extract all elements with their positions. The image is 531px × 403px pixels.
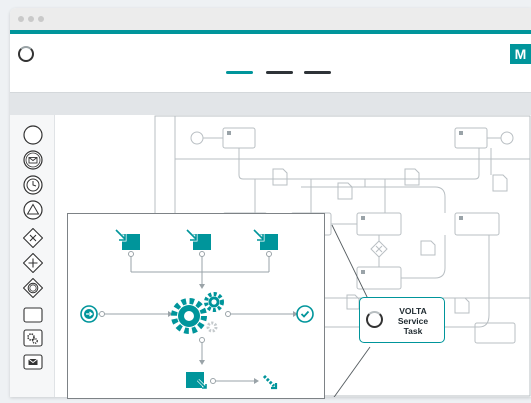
volta-service-task-callout[interactable]: VOLTA Service Task (359, 297, 445, 343)
gear-icon[interactable] (171, 292, 224, 334)
start-arrow-icon[interactable] (80, 305, 98, 323)
tab-2[interactable] (266, 71, 293, 74)
event-gateway-icon[interactable] (22, 277, 44, 299)
app-header: M (10, 34, 531, 92)
tab-1[interactable] (226, 71, 253, 74)
callout-line-1: VOLTA (399, 306, 427, 316)
menu-button[interactable]: M (510, 44, 531, 64)
window-dot-maximize[interactable] (38, 16, 44, 22)
message-event-icon[interactable] (23, 150, 43, 170)
exclusive-gateway-icon[interactable] (22, 227, 44, 249)
signal-event-icon[interactable] (23, 200, 43, 220)
task-bottom-1 (474, 322, 516, 344)
task-icon[interactable] (23, 305, 43, 325)
element-palette (10, 115, 55, 397)
zoom-detail-panel (67, 213, 325, 399)
callout-line-3: Task (403, 326, 423, 336)
zoomed-flow (80, 228, 314, 390)
end-check-icon[interactable] (296, 305, 314, 323)
window-dot-close[interactable] (18, 16, 24, 22)
tab-3[interactable] (304, 71, 331, 74)
receive-task-icon[interactable] (252, 228, 278, 250)
window-dot-minimize[interactable] (28, 16, 34, 22)
send-task-icon[interactable] (186, 372, 208, 390)
timer-event-icon[interactable] (23, 175, 43, 195)
start-event-icon[interactable] (23, 125, 43, 145)
volta-ring-icon (366, 311, 383, 328)
send-arrow-icon[interactable] (262, 374, 278, 390)
callout-line-2: Service (397, 316, 429, 326)
toolbar (10, 92, 531, 116)
volta-ring-icon[interactable] (18, 46, 34, 62)
end-event (500, 131, 514, 145)
service-task-icon[interactable] (23, 328, 43, 348)
receive-task-icon[interactable] (114, 228, 140, 250)
window-titlebar (10, 8, 531, 31)
message-task-icon[interactable] (23, 352, 43, 372)
receive-task-icon[interactable] (185, 228, 211, 250)
start-event (190, 131, 204, 145)
parallel-gateway-icon[interactable] (22, 252, 44, 274)
